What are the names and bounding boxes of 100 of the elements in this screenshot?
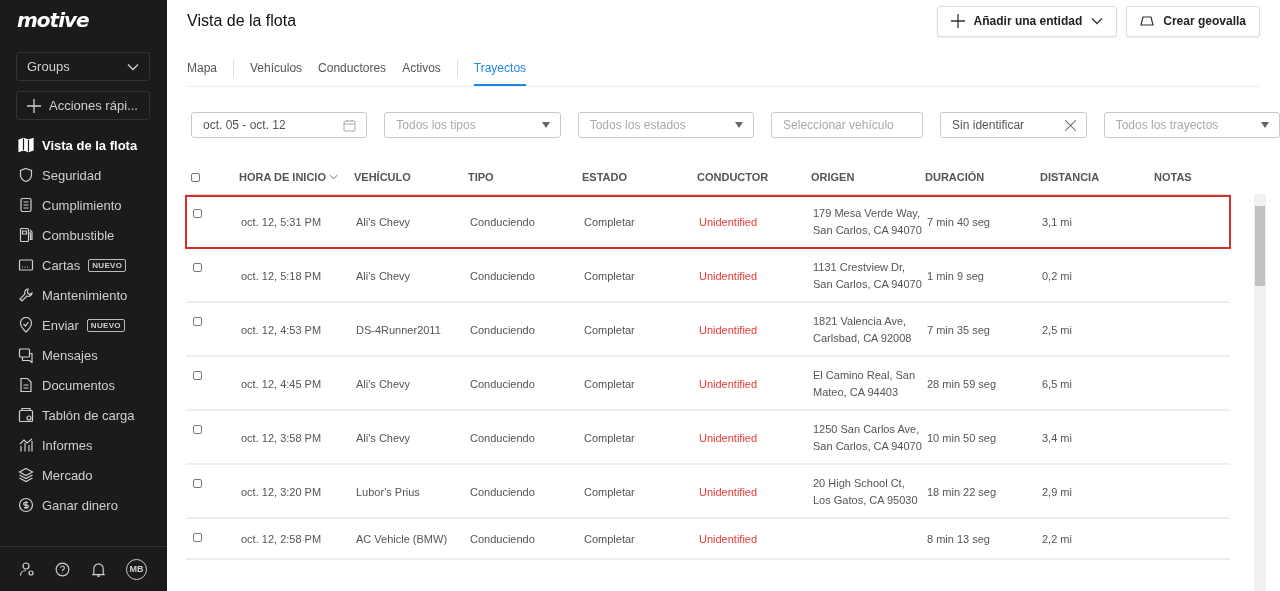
plus-icon bbox=[950, 14, 965, 28]
shield-icon bbox=[18, 167, 34, 183]
table-cell-text: oct. 12, 5:18 PM bbox=[241, 268, 322, 284]
sort-caret-icon bbox=[329, 174, 338, 180]
dollar-coin-icon bbox=[18, 497, 34, 513]
create-geofence-button[interactable]: Crear geovalla bbox=[1126, 5, 1260, 37]
column-header[interactable]: NOTAS bbox=[1154, 171, 1192, 183]
sidebar-item[interactable]: Vista de la flota bbox=[0, 130, 167, 160]
table-cell-text: oct. 12, 4:45 PM bbox=[241, 376, 322, 392]
sidebar-item[interactable]: Mantenimiento bbox=[0, 280, 167, 310]
bar-chart-icon bbox=[18, 437, 34, 453]
row-checkbox[interactable] bbox=[193, 263, 202, 272]
table-cell-text: 20 High School Ct, Los Gatos, CA 95030 bbox=[813, 476, 919, 508]
dropdown-triangle-icon bbox=[1261, 122, 1269, 128]
table-cell-text: Conduciendo bbox=[470, 430, 535, 446]
table-cell-text: 2,2 mi bbox=[1042, 532, 1072, 547]
column-header[interactable]: DISTANCIA bbox=[1040, 171, 1100, 183]
sidebar-item[interactable]: Cumplimiento bbox=[0, 190, 167, 220]
new-badge: NUEVO bbox=[86, 318, 125, 332]
select-all-checkbox[interactable] bbox=[191, 172, 200, 182]
tab[interactable]: Trayectos bbox=[473, 50, 527, 86]
dropdown-triangle-icon bbox=[541, 122, 550, 128]
driver-name: Unidentified bbox=[699, 214, 758, 230]
table-cell-text: oct. 12, 2:58 PM bbox=[241, 532, 322, 547]
vehicle-search-field[interactable]: Seleccionar vehículo bbox=[771, 112, 924, 138]
sidebar-item[interactable]: Documentos bbox=[0, 370, 167, 400]
table-cell-text: 6,5 mi bbox=[1042, 376, 1072, 392]
scrollbar[interactable] bbox=[1254, 194, 1266, 591]
column-header[interactable]: HORA DE INICIO bbox=[239, 171, 338, 183]
table-cell-text: El Camino Real, San Mateo, CA 94403 bbox=[813, 368, 917, 400]
table-cell-text: 2,5 mi bbox=[1042, 322, 1072, 338]
column-header[interactable]: TIPO bbox=[468, 171, 494, 183]
table-cell-text: 8 min 13 seg bbox=[927, 532, 990, 547]
quick-actions-button[interactable]: Acciones rápi... bbox=[16, 91, 150, 120]
table-cell-text: 28 min 59 seg bbox=[927, 376, 997, 392]
tab[interactable]: Vehículos bbox=[250, 50, 303, 86]
table-cell-text: 1 min 9 seg bbox=[927, 268, 984, 284]
row-checkbox[interactable] bbox=[193, 479, 202, 488]
driver-name: Unidentified bbox=[699, 484, 758, 500]
tab[interactable]: Conductores bbox=[318, 50, 387, 86]
table-cell-text: oct. 12, 3:20 PM bbox=[241, 484, 322, 500]
document-icon bbox=[18, 377, 34, 393]
table-cell-text: Completar bbox=[584, 430, 635, 446]
driver-name: Unidentified bbox=[699, 268, 758, 284]
dropdown-triangle-icon bbox=[735, 122, 744, 128]
column-header[interactable]: CONDUCTOR bbox=[697, 171, 769, 183]
column-header[interactable]: DURACIÓN bbox=[925, 171, 985, 183]
column-header[interactable]: ESTADO bbox=[582, 171, 628, 183]
table-cell-text: Ali's Chevy bbox=[356, 268, 411, 284]
table-cell-text: Lubor's Prius bbox=[356, 484, 420, 500]
chat-icon bbox=[18, 347, 34, 363]
tab[interactable]: Activos bbox=[402, 50, 441, 86]
sidebar-item[interactable]: Seguridad bbox=[0, 160, 167, 190]
table-cell-text: Conduciendo bbox=[470, 268, 535, 284]
row-checkbox[interactable] bbox=[193, 533, 202, 542]
add-entity-button[interactable]: Añadir una entidad bbox=[936, 5, 1118, 37]
row-checkbox[interactable] bbox=[193, 371, 202, 380]
sidebar-item[interactable]: Enviar NUEVO bbox=[0, 310, 167, 340]
table-cell-text: Completar bbox=[584, 214, 635, 230]
new-badge: NUEVO bbox=[88, 258, 127, 272]
logo[interactable]: motive bbox=[17, 8, 89, 32]
table-cell-text: DS-4Runner2011 bbox=[356, 322, 441, 338]
table-cell-text: Conduciendo bbox=[470, 214, 535, 230]
row-checkbox[interactable] bbox=[193, 317, 202, 326]
table-cell-text: Ali's Chevy bbox=[356, 214, 411, 230]
table-cell-text: Ali's Chevy bbox=[356, 376, 411, 392]
sidebar-item[interactable]: Mercado bbox=[0, 460, 167, 490]
table-cell-text: 1821 Valencia Ave, Carlsbad, CA 92008 bbox=[813, 314, 913, 346]
driver-name: Unidentified bbox=[699, 376, 758, 392]
table-cell-text: Completar bbox=[584, 484, 635, 500]
tab[interactable]: Mapa bbox=[187, 50, 218, 86]
table-cell-text: Completar bbox=[584, 268, 635, 284]
sidebar-item[interactable]: Mensajes bbox=[0, 340, 167, 370]
help-icon[interactable] bbox=[55, 561, 71, 577]
sidebar-item[interactable]: Informes bbox=[0, 430, 167, 460]
sidebar-item[interactable]: Tablón de carga bbox=[0, 400, 167, 430]
table-cell-text: oct. 12, 3:58 PM bbox=[241, 430, 322, 446]
column-header[interactable]: VEHÍCULO bbox=[354, 171, 411, 183]
row-checkbox[interactable] bbox=[193, 425, 202, 434]
sidebar-item[interactable]: Ganar dinero bbox=[0, 490, 167, 520]
user-settings-icon[interactable] bbox=[19, 561, 35, 577]
clear-icon[interactable] bbox=[1064, 119, 1076, 131]
bell-icon[interactable] bbox=[90, 561, 106, 577]
driver-filter-field[interactable]: Sin identificar bbox=[940, 112, 1087, 138]
chevron-down-icon bbox=[1091, 17, 1104, 25]
sidebar-item[interactable]: Cartas NUEVO bbox=[0, 250, 167, 280]
table-cell-text: AC Vehicle (BMW) bbox=[356, 532, 448, 547]
list-icon bbox=[18, 197, 34, 213]
table-cell-text: 1131 Crestview Dr, San Carlos, CA 94070 bbox=[813, 260, 923, 292]
sidebar-item[interactable]: Combustible bbox=[0, 220, 167, 250]
row-checkbox[interactable] bbox=[193, 209, 202, 218]
date-range-field[interactable]: oct. 05 - oct. 12 bbox=[191, 112, 368, 138]
table-cell-text: 10 min 50 seg bbox=[927, 430, 997, 446]
table-cell-text: Conduciendo bbox=[470, 532, 535, 547]
table-cell-text: 7 min 35 seg bbox=[927, 322, 990, 338]
table-cell-text: Conduciendo bbox=[470, 376, 535, 392]
table-cell-text: Conduciendo bbox=[470, 322, 535, 338]
groups-dropdown[interactable]: Groups bbox=[16, 52, 150, 81]
table-cell-text: Conduciendo bbox=[470, 484, 535, 500]
column-header[interactable]: ORIGEN bbox=[811, 171, 855, 183]
